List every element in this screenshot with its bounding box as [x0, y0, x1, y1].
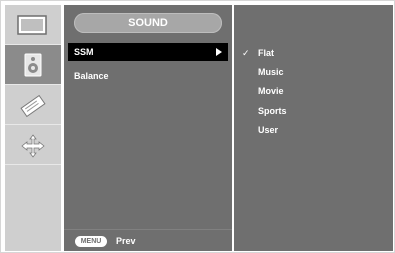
option-movie[interactable]: Movie: [258, 86, 284, 96]
sidebar-item-sound[interactable]: [5, 45, 61, 85]
tag-icon: [19, 93, 47, 119]
sidebar-item-time[interactable]: [5, 85, 61, 125]
menu-title: SOUND: [74, 13, 222, 33]
picture-icon: [17, 15, 47, 35]
menu-item-label: Balance: [74, 71, 109, 81]
menu-item-balance[interactable]: Balance: [68, 67, 228, 85]
option-flat[interactable]: Flat: [258, 48, 274, 58]
menu-item-label: SSM: [74, 47, 94, 57]
option-user[interactable]: User: [258, 125, 278, 135]
main-menu-panel: SOUND SSM Balance MENU Prev: [64, 5, 232, 251]
submenu-arrow-icon: [216, 48, 222, 56]
prev-label: Prev: [116, 236, 136, 246]
menu-item-ssm[interactable]: SSM: [68, 43, 228, 61]
footer-divider: [64, 229, 232, 230]
speaker-icon: [24, 53, 42, 77]
check-icon: ✓: [242, 48, 250, 58]
sidebar: [5, 5, 61, 251]
sidebar-item-picture[interactable]: [5, 5, 61, 45]
sidebar-item-setup[interactable]: [5, 125, 61, 165]
option-music[interactable]: Music: [258, 67, 284, 77]
move-icon: [19, 133, 47, 159]
menu-key-icon[interactable]: MENU: [75, 236, 107, 247]
submenu-panel: ✓ Flat Music Movie Sports User: [234, 5, 393, 251]
option-sports[interactable]: Sports: [258, 106, 287, 116]
osd-frame: SOUND SSM Balance MENU Prev ✓ Flat Music…: [0, 0, 395, 253]
